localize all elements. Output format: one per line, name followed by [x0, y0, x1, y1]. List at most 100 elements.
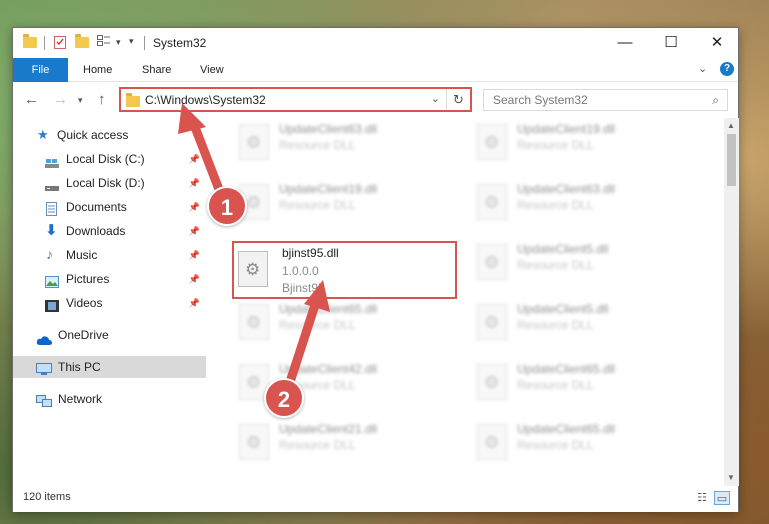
- dll-file-icon: [239, 124, 269, 160]
- scroll-thumb[interactable]: [727, 134, 736, 186]
- file-name: bjinst95.dll: [282, 246, 339, 260]
- expand-ribbon-icon[interactable]: ⌄: [698, 62, 707, 75]
- sidebar-item-documents[interactable]: Documents 📌: [13, 196, 206, 218]
- file-name: UpdateClient65.dll: [279, 302, 378, 316]
- navigation-bar: ← → ▾ ↑ C:\Windows\System32 ⌄ ↻ Search S…: [13, 82, 738, 118]
- sidebar-item-local-disk-c[interactable]: Local Disk (C:) 📌: [13, 148, 206, 170]
- sidebar-item-label: Documents: [66, 200, 127, 214]
- search-icon[interactable]: ⌕: [712, 93, 719, 108]
- sidebar-item-pictures[interactable]: Pictures 📌: [13, 268, 206, 290]
- refresh-icon[interactable]: ↻: [446, 89, 470, 110]
- documents-icon: [46, 201, 59, 216]
- address-bar[interactable]: C:\Windows\System32 ⌄ ↻: [119, 87, 472, 112]
- file-item[interactable]: UpdateClient65.dll Resource DLL: [471, 358, 696, 410]
- navigation-pane: ★ Quick access Local Disk (C:) 📌 Local D…: [13, 118, 206, 486]
- pin-icon[interactable]: 📌: [189, 244, 200, 266]
- dll-file-icon: [477, 364, 507, 400]
- file-name: UpdateClient21.dll: [279, 422, 378, 436]
- file-version: 1.0.0.0: [282, 264, 319, 278]
- back-arrow-icon[interactable]: ←: [24, 91, 39, 108]
- scroll-up-icon[interactable]: ▲: [727, 121, 735, 130]
- address-path[interactable]: C:\Windows\System32: [145, 93, 266, 107]
- file-description: Bjinst95: [282, 281, 325, 295]
- chevron-down-icon[interactable]: ▾: [116, 37, 121, 53]
- minimize-button[interactable]: —: [602, 28, 648, 58]
- file-name: UpdateClient5.dll: [517, 302, 609, 316]
- sidebar-item-network[interactable]: Network: [13, 388, 206, 410]
- sidebar-item-local-disk-d[interactable]: Local Disk (D:) 📌: [13, 172, 206, 194]
- file-name: UpdateClient19.dll: [517, 122, 616, 136]
- pin-icon[interactable]: 📌: [189, 268, 200, 290]
- file-item[interactable]: UpdateClient21.dll Resource DLL: [233, 418, 458, 470]
- sidebar-item-quick-access[interactable]: ★ Quick access: [13, 124, 206, 146]
- tab-view[interactable]: View: [200, 58, 224, 82]
- file-name: UpdateClient63.dll: [517, 182, 616, 196]
- dll-file-icon: [477, 184, 507, 220]
- up-arrow-icon[interactable]: ↑: [98, 91, 106, 108]
- disk-icon: [45, 177, 59, 191]
- file-name: UpdateClient19.dll: [279, 182, 378, 196]
- sidebar-item-downloads[interactable]: ⬇ Downloads 📌: [13, 220, 206, 242]
- file-type: Resource DLL: [517, 318, 594, 332]
- recent-locations-chevron-icon[interactable]: ▾: [78, 95, 83, 106]
- sidebar-item-music[interactable]: ♪ Music 📌: [13, 244, 206, 266]
- sidebar-item-label: OneDrive: [58, 328, 109, 342]
- file-type: Resource DLL: [279, 438, 356, 452]
- pin-icon[interactable]: 📌: [189, 148, 200, 170]
- sidebar-item-label: Videos: [66, 296, 103, 310]
- dll-file-icon: [477, 124, 507, 160]
- step-1-badge: 1: [207, 186, 247, 226]
- file-name: UpdateClient65.dll: [517, 422, 616, 436]
- help-icon[interactable]: ?: [720, 62, 734, 76]
- sidebar-item-videos[interactable]: Videos 📌: [13, 292, 206, 314]
- pin-icon[interactable]: 📌: [189, 172, 200, 194]
- pin-icon[interactable]: 📌: [189, 292, 200, 314]
- pictures-icon: [45, 273, 59, 288]
- properties-icon[interactable]: [54, 35, 67, 51]
- quick-access-dropdown-icon[interactable]: ▾: [129, 36, 134, 52]
- file-type: Resource DLL: [279, 318, 356, 332]
- sidebar-item-onedrive[interactable]: OneDrive: [13, 324, 206, 346]
- maximize-button[interactable]: ☐: [648, 28, 694, 58]
- highlighted-file-item[interactable]: bjinst95.dll 1.0.0.0 Bjinst95: [232, 241, 457, 299]
- search-box[interactable]: Search System32 ⌕: [483, 89, 728, 111]
- divider: [44, 36, 45, 50]
- scroll-down-icon[interactable]: ▼: [727, 473, 735, 482]
- ribbon-tabs: File Home Share View ⌄ ?: [13, 58, 738, 82]
- network-icon: [36, 393, 52, 407]
- file-item[interactable]: UpdateClient5.dll Resource DLL: [471, 238, 696, 290]
- details-view-icon[interactable]: ☷: [694, 491, 710, 505]
- tiles-view-icon[interactable]: ▭: [714, 491, 730, 505]
- forward-arrow-icon[interactable]: →: [53, 91, 68, 108]
- file-name: UpdateClient65.dll: [517, 362, 616, 376]
- pin-icon[interactable]: 📌: [189, 220, 200, 242]
- file-item[interactable]: UpdateClient19.dll Resource DLL: [233, 178, 458, 230]
- file-item[interactable]: UpdateClient63.dll Resource DLL: [233, 118, 458, 170]
- file-list: UpdateClient63.dll Resource DLL UpdateCl…: [216, 118, 724, 486]
- file-item[interactable]: UpdateClient5.dll Resource DLL: [471, 298, 696, 350]
- dll-file-icon: [238, 251, 268, 287]
- file-item[interactable]: UpdateClient65.dll Resource DLL: [471, 418, 696, 470]
- tab-file[interactable]: File: [13, 58, 68, 82]
- tab-share[interactable]: Share: [142, 58, 171, 82]
- file-item[interactable]: UpdateClient65.dll Resource DLL: [233, 298, 458, 350]
- sidebar-item-label: This PC: [58, 360, 101, 374]
- sidebar-item-label: Pictures: [66, 272, 110, 286]
- close-button[interactable]: ✕: [694, 28, 740, 58]
- file-explorer-window: ▾ ▾ System32 — ☐ ✕ File Home Share View …: [12, 27, 739, 512]
- file-name: UpdateClient5.dll: [517, 242, 609, 256]
- chevron-down-icon[interactable]: ⌄: [431, 92, 440, 105]
- file-item[interactable]: UpdateClient19.dll Resource DLL: [471, 118, 696, 170]
- divider: [144, 36, 145, 50]
- pin-icon[interactable]: 📌: [189, 196, 200, 218]
- step-2-badge: 2: [264, 378, 304, 418]
- tab-home[interactable]: Home: [83, 58, 112, 82]
- file-item[interactable]: UpdateClient63.dll Resource DLL: [471, 178, 696, 230]
- search-input[interactable]: Search System32: [493, 93, 588, 107]
- computer-icon: [36, 361, 52, 375]
- window-title: System32: [153, 36, 207, 50]
- dll-file-icon: [477, 304, 507, 340]
- dll-file-icon: [477, 424, 507, 460]
- vertical-scrollbar[interactable]: ▲ ▼: [724, 118, 739, 486]
- sidebar-item-this-pc[interactable]: This PC: [13, 356, 206, 378]
